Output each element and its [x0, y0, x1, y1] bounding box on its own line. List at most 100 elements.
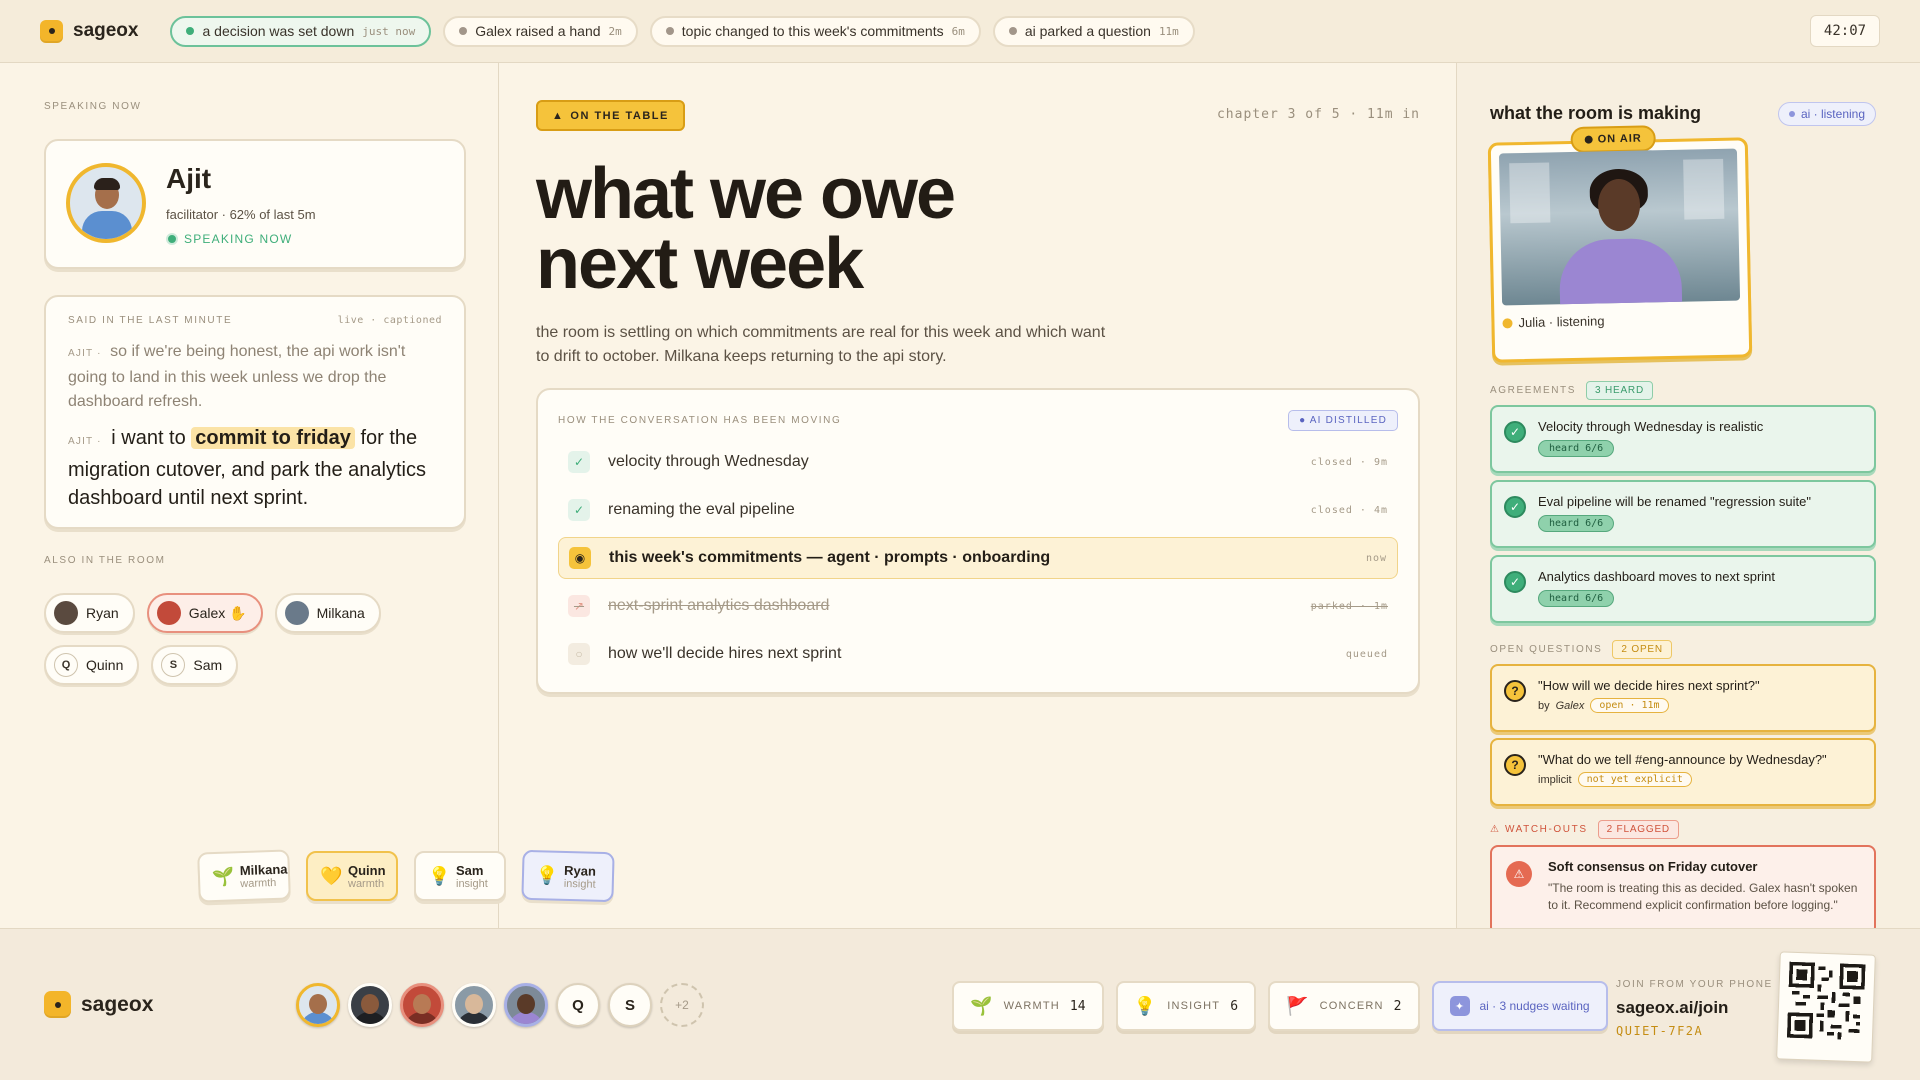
- caption-latest: AJIT · i want to commit to friday for th…: [68, 424, 442, 512]
- avatar: [54, 601, 78, 625]
- section-label: AGREEMENTS: [1490, 385, 1577, 396]
- agreement-card[interactable]: ✓ Velocity through Wednesday is realisti…: [1490, 405, 1876, 473]
- agreement-card[interactable]: ✓ Analytics dashboard moves to next spri…: [1490, 555, 1876, 623]
- participant-chip[interactable]: S Sam: [151, 645, 239, 685]
- topic-status: closed · 4m: [1310, 504, 1388, 516]
- avatar[interactable]: [348, 983, 392, 1027]
- current-dot-icon: ◉: [569, 547, 591, 569]
- ai-nudges-button[interactable]: ✦ ai · 3 nudges waiting: [1431, 981, 1608, 1031]
- topic-item-current[interactable]: ◉ this week's commitments — agent · prom…: [558, 537, 1398, 579]
- topic-text: velocity through Wednesday: [608, 453, 809, 470]
- topic-text: next-sprint analytics dashboard: [608, 597, 830, 614]
- warmth-counter[interactable]: 🌱 WARMTH 14: [952, 981, 1104, 1031]
- topic-item[interactable]: ✓ velocity through Wednesday closed · 9m: [558, 441, 1398, 483]
- question-card[interactable]: ? "How will we decide hires next sprint?…: [1490, 664, 1876, 732]
- agreement-card[interactable]: ✓ Eval pipeline will be renamed "regress…: [1490, 480, 1876, 548]
- heard-badge: heard 6/6: [1538, 590, 1615, 607]
- participant-chip[interactable]: Q Quinn: [44, 645, 140, 685]
- event-dot-icon: [186, 27, 195, 35]
- join-code: QUIET-7F2A: [1616, 1024, 1704, 1038]
- topic-item-parked[interactable]: ↗ next-sprint analytics dashboard parked…: [558, 585, 1398, 627]
- event-text: Galex raised a hand: [475, 23, 601, 39]
- footer-logo[interactable]: sageox: [44, 991, 153, 1018]
- participant-chip-raised-hand[interactable]: Galex ✋: [146, 593, 263, 633]
- caption-meta: live · captioned: [337, 315, 442, 326]
- section-label: OPEN QUESTIONS: [1490, 644, 1603, 655]
- topic-status: closed · 9m: [1310, 456, 1388, 468]
- insight-counter[interactable]: 💡 INSIGHT 6: [1115, 981, 1257, 1031]
- event-time: just now: [362, 24, 416, 38]
- counter-label: CONCERN: [1319, 1000, 1384, 1012]
- also-in-room-label: ALSO IN THE ROOM: [44, 555, 166, 566]
- event-chip[interactable]: a decision was set down just now: [170, 15, 432, 47]
- reaction-card[interactable]: 💛 Quinn warmth: [306, 851, 398, 901]
- participant-name: Quinn: [86, 657, 124, 673]
- reaction-card[interactable]: 💡 Sam insight: [414, 851, 506, 901]
- app-name: sageox: [73, 20, 139, 41]
- reaction-card[interactable]: 💡 Ryan insight: [521, 849, 615, 903]
- participant-chip[interactable]: Milkana: [274, 593, 381, 633]
- avatar: [284, 601, 309, 625]
- topic-item[interactable]: ✓ renaming the eval pipeline closed · 4m: [558, 489, 1398, 531]
- topic-text: this week's commitments — agent · prompt…: [609, 549, 1051, 566]
- event-time: 2m: [608, 24, 622, 38]
- footer-brand: sageox: [81, 992, 154, 1016]
- topic-item-queued[interactable]: ○ how we'll decide hires next sprint que…: [558, 633, 1398, 675]
- question-author: Galex: [1555, 699, 1585, 712]
- tag-label: ON THE TABLE: [570, 109, 669, 122]
- speaking-status-label: SPEAKING NOW: [184, 232, 293, 246]
- section-label: ⚠ WATCH-OUTS: [1490, 824, 1588, 835]
- event-chip[interactable]: ai parked a question 11m: [992, 15, 1195, 47]
- avatar[interactable]: [296, 983, 340, 1027]
- question-status: not yet explicit: [1577, 772, 1692, 787]
- avatar[interactable]: [504, 983, 548, 1027]
- avatar[interactable]: S: [608, 983, 652, 1027]
- on-air-badge: ON AIR: [1570, 125, 1657, 154]
- participant-name: Galex ✋: [188, 604, 247, 621]
- check-icon: ✓: [1504, 421, 1526, 443]
- on-the-table-tag: ▲ ON THE TABLE: [536, 100, 685, 131]
- topic-status: queued: [1345, 648, 1388, 660]
- topic-status: parked · 1m: [1310, 600, 1388, 612]
- warning-icon: ⚠: [1506, 861, 1532, 887]
- event-chip[interactable]: topic changed to this week's commitments…: [649, 15, 981, 47]
- count-badge: 2 OPEN: [1612, 640, 1672, 659]
- avatar[interactable]: [400, 983, 444, 1027]
- check-icon: ✓: [568, 451, 590, 473]
- question-by-prefix: by: [1538, 699, 1550, 712]
- watch-out-card[interactable]: ⚠ Soft consensus on Friday cutover "The …: [1490, 845, 1876, 935]
- reaction-card[interactable]: 🌱 Milkana warmth: [197, 849, 291, 903]
- avatar[interactable]: [452, 983, 496, 1027]
- watch-out-body: "The room is treating this as decided. G…: [1548, 881, 1858, 912]
- question-card[interactable]: ? "What do we tell #eng-announce by Wedn…: [1490, 738, 1876, 806]
- video-tile[interactable]: ON AIR Julia · listening: [1487, 125, 1753, 363]
- parked-arrow-icon: ↗: [568, 595, 590, 617]
- more-participants[interactable]: +2: [660, 983, 704, 1027]
- app-logo[interactable]: sageox: [40, 19, 139, 43]
- reaction-kind: insight: [563, 877, 596, 891]
- page-title: what we owe next week: [536, 158, 1136, 300]
- sprout-icon: 🌱: [211, 865, 235, 887]
- question-icon: ?: [1504, 754, 1526, 776]
- check-icon: ✓: [568, 499, 590, 521]
- avatar[interactable]: Q: [556, 983, 600, 1027]
- ai-listening-label: ai · listening: [1800, 107, 1865, 121]
- join-url[interactable]: sageox.ai/join: [1616, 998, 1773, 1018]
- counter-label: WARMTH: [1003, 1000, 1060, 1012]
- triangle-icon: ▲: [552, 109, 565, 122]
- reaction-person: Sam: [456, 862, 484, 878]
- concern-counter[interactable]: 🚩 CONCERN 2: [1268, 981, 1420, 1031]
- event-chip[interactable]: Galex raised a hand 2m: [443, 15, 638, 47]
- agreement-text: Eval pipeline will be renamed "regressio…: [1538, 494, 1811, 509]
- event-dot-icon: [459, 27, 468, 35]
- topic-list: ✓ velocity through Wednesday closed · 9m…: [558, 441, 1398, 675]
- speaker-card[interactable]: Ajit facilitator · 62% of last 5m SPEAKI…: [44, 139, 466, 269]
- queued-circle-icon: ○: [568, 643, 590, 665]
- participant-name: Milkana: [316, 605, 365, 621]
- heard-badge: heard 6/6: [1538, 515, 1615, 532]
- speaker-name: Ajit: [166, 163, 212, 194]
- qr-code[interactable]: [1776, 951, 1876, 1063]
- event-feed: a decision was set down just now Galex r…: [170, 15, 1195, 47]
- video-feed: [1498, 148, 1741, 306]
- participant-chip[interactable]: Ryan: [44, 593, 135, 633]
